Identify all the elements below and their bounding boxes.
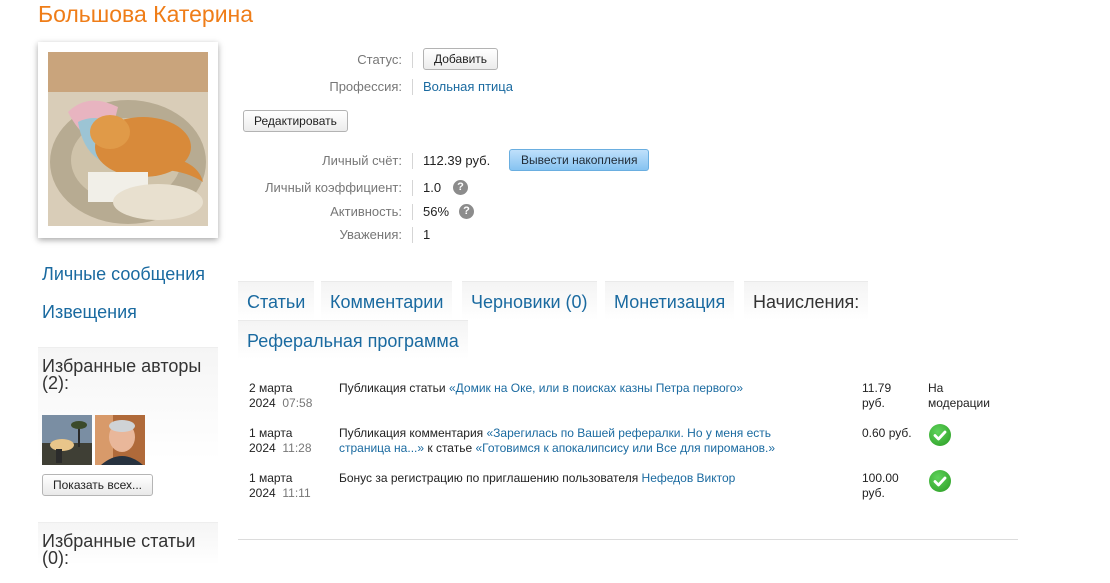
accrual-day: 1 марта: [249, 426, 293, 440]
accrual-date: 1 марта 2024 11:28: [249, 426, 312, 456]
account-value: 112.39 руб.: [423, 153, 491, 168]
separator: [412, 79, 413, 95]
accrual-description-text: Бонус за регистрацию по приглашению поль…: [339, 471, 642, 485]
notifications-link[interactable]: Извещения: [42, 302, 137, 323]
accrual-comment-link[interactable]: страница на...»: [339, 441, 424, 455]
activity-value: 56%: [423, 204, 450, 219]
avatar: [38, 42, 218, 238]
tab-comments[interactable]: Комментарии: [321, 281, 453, 320]
profession-value-link[interactable]: Вольная птица: [423, 77, 513, 97]
accrual-amount-value: 11.79: [862, 381, 892, 395]
accrual-comment-link[interactable]: «Зарегилась по Вашей рефералки. Но у мен…: [487, 426, 771, 440]
accrual-status-text: На: [928, 381, 944, 395]
accrual-day: 2 марта: [249, 381, 293, 395]
respect-label: Уважения:: [339, 227, 402, 242]
accrual-time: 07:58: [282, 396, 313, 410]
accrual-year: 2024: [249, 441, 276, 455]
activity-label: Активность:: [330, 204, 402, 219]
tab-articles[interactable]: Статьи: [238, 281, 315, 320]
accrual-amount-value: 100.00: [862, 471, 899, 485]
accrual-article-link[interactable]: «Домик на Оке, или в поисках казны Петра…: [449, 381, 743, 395]
separator: [412, 180, 413, 196]
accrual-time: 11:28: [282, 441, 312, 455]
accrual-year: 2024: [249, 486, 276, 500]
respect-value: 1: [423, 227, 431, 242]
accrual-amount: 0.60 руб.: [862, 426, 912, 441]
withdraw-savings-button[interactable]: Вывести накопления: [509, 149, 650, 171]
accrual-description-text: к статье: [424, 441, 476, 455]
accrual-description: Публикация статьи «Домик на Оке, или в п…: [339, 381, 849, 396]
accrual-description-text: Публикация статьи: [339, 381, 449, 395]
edit-profile-button[interactable]: Редактировать: [243, 110, 348, 132]
accrual-amount-unit: руб.: [862, 486, 885, 500]
accrual-year: 2024: [249, 396, 276, 410]
favorite-articles-title: Избранные статьи (0):: [42, 531, 196, 568]
accrual-description-text: Публикация комментария: [339, 426, 487, 440]
accrual-user-link[interactable]: Нефедов Виктор: [642, 471, 736, 485]
status-label: Статус:: [357, 52, 402, 67]
accrual-status-text: модерации: [928, 396, 990, 410]
accrual-amount-unit: руб.: [862, 396, 885, 410]
account-label: Личный счёт:: [322, 153, 402, 168]
accrual-amount-value: 0.60 руб.: [862, 426, 912, 440]
show-all-authors-button[interactable]: Показать всех...: [42, 474, 153, 496]
accrual-date: 1 марта 2024 11:11: [249, 471, 311, 501]
profession-label: Профессия:: [329, 79, 402, 94]
tab-accruals[interactable]: Начисления:: [744, 281, 869, 320]
help-icon[interactable]: ?: [459, 204, 474, 219]
accrual-article-link[interactable]: «Готовимся к апокалипсису или Все для пи…: [475, 441, 775, 455]
help-icon[interactable]: ?: [453, 180, 468, 195]
accrual-time: 11:11: [282, 486, 311, 500]
check-circle-icon: [929, 470, 951, 492]
accrual-date: 2 марта 2024 07:58: [249, 381, 312, 411]
accrual-description: Публикация комментария «Зарегилась по Ва…: [339, 426, 849, 456]
separator: [412, 204, 413, 220]
accrual-day: 1 марта: [249, 471, 293, 485]
separator: [412, 153, 413, 169]
tab-referral-program[interactable]: Реферальная программа: [238, 320, 468, 359]
avatar-photo: [48, 52, 208, 226]
accrual-amount: 100.00 руб.: [862, 471, 899, 501]
tab-drafts[interactable]: Черновики (0): [462, 281, 597, 320]
favorite-articles-box: Избранные статьи (0):: [38, 522, 218, 583]
coefficient-value: 1.0: [423, 180, 442, 195]
accrual-description: Бонус за регистрацию по приглашению поль…: [339, 471, 849, 486]
personal-messages-link[interactable]: Личные сообщения: [42, 264, 205, 285]
tab-monetization[interactable]: Монетизация: [605, 281, 735, 320]
favorite-authors-title: Избранные авторы (2):: [42, 356, 202, 393]
accrual-status: На модерации: [928, 381, 990, 411]
page-title: Большова Катерина: [38, 1, 254, 27]
divider: [238, 539, 1018, 540]
check-circle-icon: [929, 424, 951, 446]
add-status-button[interactable]: Добавить: [423, 48, 499, 70]
author-avatar[interactable]: [42, 415, 92, 465]
favorite-authors-box: Избранные авторы (2): Показать всех...: [38, 347, 218, 508]
accrual-amount: 11.79 руб.: [862, 381, 891, 411]
author-avatar[interactable]: [95, 415, 145, 465]
separator: [412, 227, 413, 243]
coefficient-label: Личный коэффициент:: [265, 180, 402, 195]
separator: [412, 52, 413, 68]
